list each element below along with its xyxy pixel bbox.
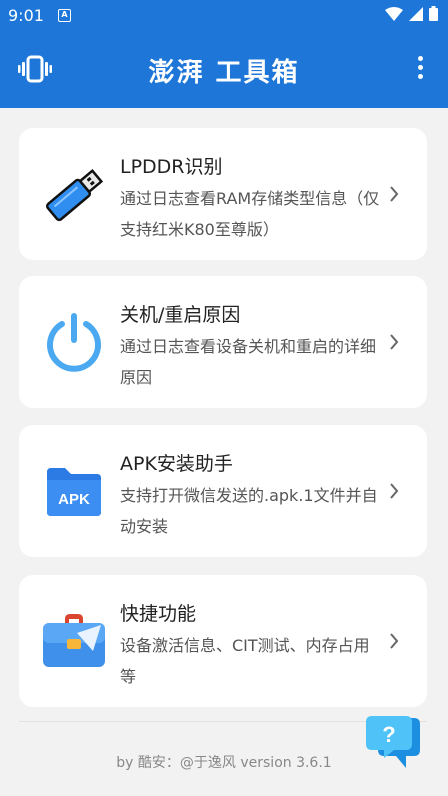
- signal-icon: [409, 6, 423, 21]
- card-description: 通过日志查看设备关机和重启的详细原因: [120, 337, 377, 387]
- card-shutdown-reason[interactable]: 关机/重启原因 通过日志查看设备关机和重启的详细原因: [19, 276, 427, 408]
- status-indicators: [385, 6, 438, 21]
- card-title: LPDDR识别: [120, 156, 223, 178]
- wifi-icon: [385, 6, 403, 21]
- card-quick-functions[interactable]: 快捷功能 设备激活信息、CIT测试、内存占用等: [19, 575, 427, 707]
- status-time: 9:01: [8, 6, 44, 25]
- power-icon: [39, 276, 109, 408]
- more-options-icon[interactable]: [416, 56, 424, 84]
- status-bar: 9:01 A: [0, 0, 448, 32]
- apk-icon-label: APK: [58, 491, 90, 508]
- help-button[interactable]: ?: [364, 714, 424, 778]
- apk-folder-icon: APK: [39, 425, 109, 557]
- chevron-right-icon: [390, 186, 399, 202]
- card-lpddr[interactable]: LPDDR识别 通过日志查看RAM存储类型信息（仅支持红米K80至尊版）: [19, 128, 427, 260]
- card-title: 快捷功能: [120, 603, 197, 625]
- card-apk-installer[interactable]: APK APK安装助手 支持打开微信发送的.apk.1文件并自动安装: [19, 425, 427, 557]
- card-description: 通过日志查看RAM存储类型信息（仅支持红米K80至尊版）: [120, 189, 380, 239]
- briefcase-icon: [39, 575, 109, 707]
- usb-stick-icon: [39, 128, 109, 260]
- battery-icon: [429, 6, 438, 21]
- app-bar: 澎湃 工具箱: [0, 32, 448, 108]
- chevron-right-icon: [390, 633, 399, 649]
- help-icon: ?: [366, 716, 420, 768]
- notification-icon: A: [58, 9, 71, 22]
- chevron-right-icon: [390, 334, 399, 350]
- app-title: 澎湃 工具箱: [148, 58, 300, 88]
- svg-text:?: ?: [382, 722, 395, 747]
- card-title: 关机/重启原因: [120, 304, 241, 326]
- card-description: 支持打开微信发送的.apk.1文件并自动安装: [120, 486, 378, 536]
- card-description: 设备激活信息、CIT测试、内存占用等: [120, 636, 370, 686]
- chevron-right-icon: [390, 483, 399, 499]
- card-title: APK安装助手: [120, 453, 233, 475]
